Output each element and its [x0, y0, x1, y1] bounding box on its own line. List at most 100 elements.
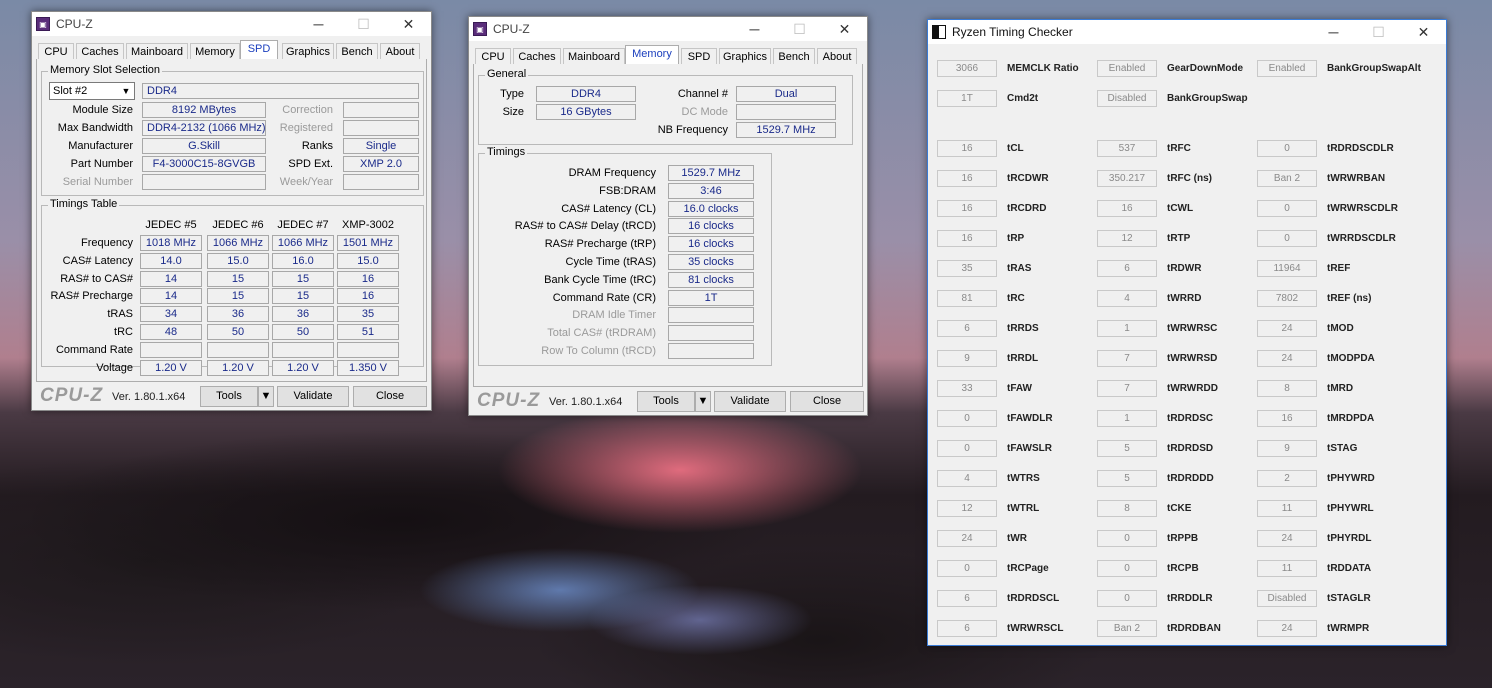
spd-ext-label: SPD Ext.	[288, 158, 333, 170]
close-icon[interactable]: ✕	[1401, 20, 1446, 44]
minimize-icon[interactable]: ─	[732, 17, 777, 41]
timing-value-box: 1	[1097, 410, 1157, 427]
max-bandwidth-value: DDR4-2132 (1066 MHz)	[142, 120, 266, 136]
size-label: Size	[502, 106, 524, 118]
timing-name-label: BankGroupSwapAlt	[1327, 63, 1421, 74]
timing-name-label: tRCPage	[1007, 563, 1049, 574]
timing-value-box: 24	[1257, 530, 1317, 547]
version-label: Ver. 1.80.1.x64	[549, 396, 623, 408]
timing-value-box: 5	[1097, 440, 1157, 457]
timing-value-box: 350.217	[1097, 170, 1157, 187]
bottom-bar: CPU-Z Ver. 1.80.1.x64 Tools ▼ Validate C…	[32, 382, 431, 410]
timing-value-box: 5	[1097, 470, 1157, 487]
timing-value-box: 12	[1097, 230, 1157, 247]
timings-row-label: RAS# Precharge	[50, 290, 133, 303]
slot-select[interactable]: Slot #2 ▼	[49, 82, 135, 100]
timing-name-label: tRDRDDD	[1167, 473, 1214, 484]
timings-cell: 16.0	[272, 252, 334, 269]
timing-name-label: GearDownMode	[1167, 63, 1244, 74]
timing-name-label: tRFC (ns)	[1167, 173, 1212, 184]
title-bar[interactable]: ▣ CPU-Z ─ ☐ ✕	[32, 12, 431, 36]
timing-name-label: tMODPDA	[1327, 353, 1375, 364]
timings-cell: 15	[207, 270, 269, 287]
timing-value-box: 24	[937, 530, 997, 547]
correction-label: Correction	[282, 104, 333, 116]
timings-cell: 1018 MHz	[140, 235, 202, 251]
timings-cell: 50	[207, 324, 269, 340]
timing-value-box: Ban 2	[1257, 170, 1317, 187]
timing-label: Command Rate (CR)	[552, 291, 656, 304]
close-icon[interactable]: ✕	[822, 17, 867, 41]
tools-dropdown-button[interactable]: ▼	[695, 391, 711, 412]
timing-value-box: 8	[1257, 380, 1317, 397]
timings-cell	[140, 341, 202, 358]
tools-dropdown-button[interactable]: ▼	[258, 386, 274, 407]
timings-row-label: Voltage	[96, 361, 133, 374]
timing-name-label: tRCDWR	[1007, 173, 1049, 184]
timing-value-box: 35	[937, 260, 997, 277]
cpuz-logo: CPU-Z	[477, 390, 541, 411]
timing-value: 16 clocks	[668, 236, 754, 253]
timing-name-label: tRDRDSCL	[1007, 593, 1060, 604]
timing-name-label: tRDRDBAN	[1167, 623, 1221, 634]
timing-value: 16.0 clocks	[668, 200, 754, 217]
week-year-value	[343, 174, 419, 190]
close-icon[interactable]: ✕	[386, 12, 431, 36]
timing-label: Bank Cycle Time (tRC)	[544, 273, 656, 286]
timing-value-box: 33	[937, 380, 997, 397]
timings-row-label: RAS# to CAS#	[60, 272, 133, 285]
timings-cell	[272, 341, 334, 358]
channel-label: Channel #	[677, 88, 728, 100]
timing-label: Row To Column (tRCD)	[541, 345, 656, 357]
timing-value	[668, 343, 754, 359]
timing-name-label: tRAS	[1007, 263, 1032, 274]
manufacturer-label: Manufacturer	[68, 140, 133, 152]
tools-button[interactable]: Tools	[200, 386, 258, 407]
timing-value-box: 4	[1097, 290, 1157, 307]
timing-label: DRAM Idle Timer	[572, 309, 656, 322]
timing-value-box: 6	[1097, 260, 1157, 277]
dc-mode-value	[736, 104, 836, 120]
bottom-bar: CPU-Z Ver. 1.80.1.x64 Tools ▼ Validate C…	[469, 387, 867, 415]
cpuz-spd-window: ▣ CPU-Z ─ ☐ ✕ CPU Caches Mainboard Memor…	[31, 11, 432, 411]
registered-label: Registered	[279, 122, 333, 134]
chevron-down-icon: ▼	[697, 395, 709, 407]
timings-row-label: CAS# Latency	[62, 254, 133, 267]
timing-name-label: tWTRL	[1007, 503, 1040, 514]
minimize-icon[interactable]: ─	[296, 12, 341, 36]
validate-button[interactable]: Validate	[714, 391, 786, 412]
spd-ext-value: XMP 2.0	[343, 156, 419, 172]
cpuz-app-icon: ▣	[36, 17, 50, 31]
title-bar[interactable]: ▣ CPU-Z ─ ☐ ✕	[469, 17, 867, 41]
timing-name-label: tMRD	[1327, 383, 1354, 394]
tools-button[interactable]: Tools	[637, 391, 695, 412]
group-label: Timings	[485, 146, 528, 158]
timing-name-label: tRP	[1007, 233, 1025, 244]
spd-panel: Memory Slot Selection Slot #2 ▼ DDR4 Mod…	[36, 59, 427, 382]
app-icon	[932, 25, 946, 39]
close-button[interactable]: Close	[353, 386, 427, 407]
minimize-icon[interactable]: ─	[1311, 20, 1356, 44]
timing-name-label: tWRRDSCDLR	[1327, 233, 1396, 244]
timing-name-label: tPHYWRL	[1327, 503, 1374, 514]
timings-cell	[207, 341, 269, 358]
timing-label: Total CAS# (tRDRAM)	[547, 327, 656, 340]
timings-column-header: JEDEC #6	[212, 219, 264, 231]
group-label: General	[485, 68, 529, 80]
timing-name-label: tRPPB	[1167, 533, 1199, 544]
timing-label: Cycle Time (tRAS)	[565, 256, 656, 268]
close-button[interactable]: Close	[790, 391, 864, 412]
title-bar[interactable]: Ryzen Timing Checker ─ ☐ ✕	[928, 20, 1446, 44]
timing-value-box: 3066	[937, 60, 997, 77]
type-value: DDR4	[536, 86, 636, 102]
validate-button[interactable]: Validate	[277, 386, 349, 407]
timing-name-label: tRTP	[1167, 233, 1191, 244]
timing-name-label: tWRWRSD	[1167, 353, 1218, 364]
ranks-label: Ranks	[301, 140, 333, 152]
timing-name-label: tFAWSLR	[1007, 443, 1052, 454]
timings-row-label: Command Rate	[55, 343, 133, 356]
timing-value-box: 0	[1257, 140, 1317, 157]
timings-cell: 14	[140, 270, 202, 287]
timing-value	[668, 325, 754, 342]
timing-label: RAS# Precharge (tRP)	[544, 238, 656, 251]
